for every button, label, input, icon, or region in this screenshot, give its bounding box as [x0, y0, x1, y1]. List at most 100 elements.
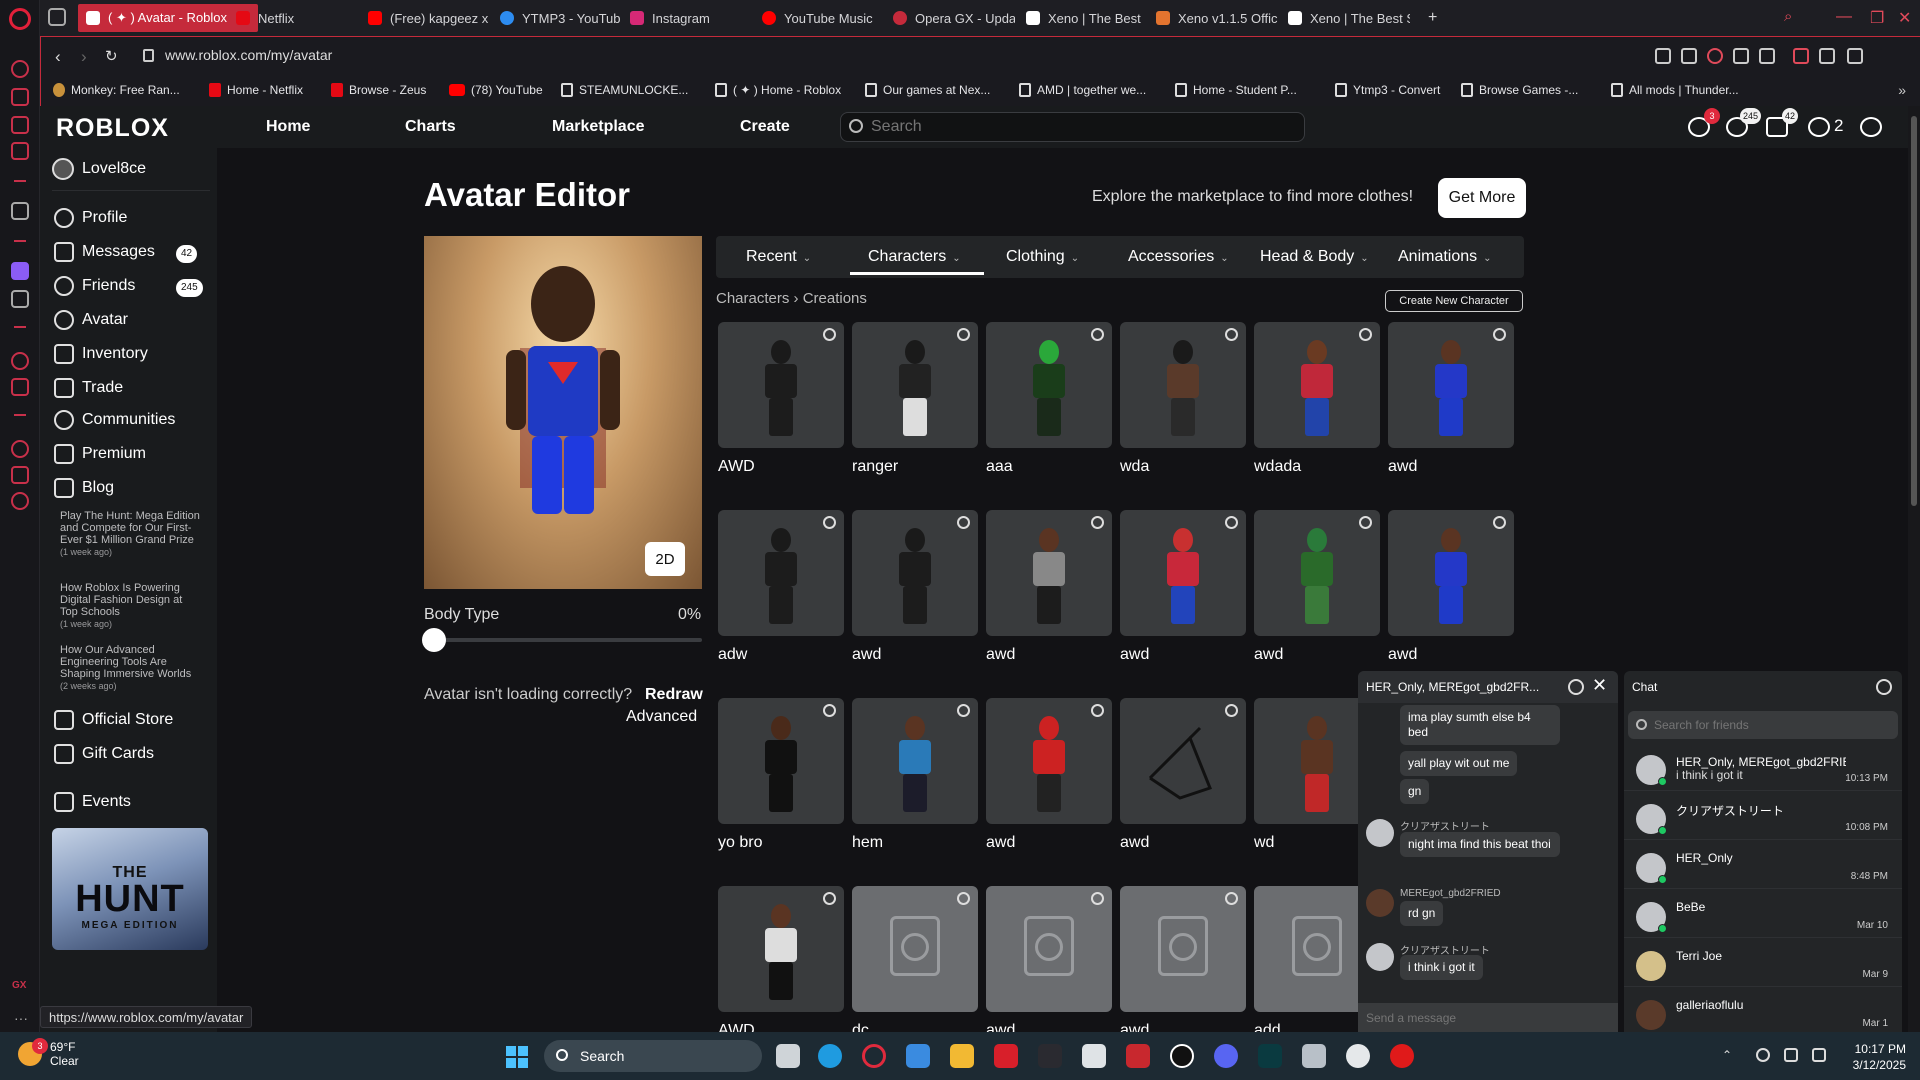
bookmark-student-portal[interactable]: Home - Student P... [1175, 83, 1297, 97]
character-card[interactable] [718, 510, 844, 636]
gear-icon[interactable] [1493, 516, 1506, 529]
tab-head-body[interactable]: Head & Body ⌄ [1260, 248, 1369, 266]
download-icon[interactable] [1819, 48, 1835, 64]
tab-instagram[interactable]: Instagram [622, 4, 752, 32]
character-name[interactable]: wda [1120, 458, 1149, 476]
bookmark-steamunlocked[interactable]: STEAMUNLOCKE... [561, 83, 688, 97]
bookmark-browse-games[interactable]: Browse Games -... [1461, 83, 1578, 97]
g-hub-icon[interactable] [1170, 1044, 1194, 1068]
nav-marketplace[interactable]: Marketplace [552, 118, 645, 136]
character-name[interactable]: hem [852, 834, 883, 852]
camera-icon[interactable] [1681, 48, 1697, 64]
character-name[interactable]: awd [986, 834, 1015, 852]
store-icon[interactable] [906, 1044, 930, 1068]
character-card[interactable] [1120, 698, 1246, 824]
url-field[interactable]: www.roblox.com/my/avatar [165, 47, 332, 63]
sidebar-item-communities[interactable]: Communities [54, 410, 175, 430]
character-name[interactable]: ranger [852, 458, 898, 476]
scrollbar-thumb[interactable] [1911, 116, 1917, 506]
roblox-logo[interactable]: ROBLOX [56, 114, 169, 143]
twitch-icon[interactable] [11, 262, 29, 280]
character-card[interactable] [986, 886, 1112, 1012]
settings-gear-icon[interactable] [1860, 117, 1882, 137]
player-icon[interactable] [11, 352, 29, 370]
system-clock[interactable]: 10:17 PM 3/12/2025 [1848, 1041, 1906, 1073]
character-card[interactable] [1120, 886, 1246, 1012]
character-name[interactable]: awd [852, 646, 881, 664]
sidebar-item-friends[interactable]: Friends [54, 276, 135, 296]
settings-icon[interactable] [11, 492, 29, 510]
tab-netflix[interactable]: Netflix [228, 4, 358, 32]
character-card[interactable] [986, 698, 1112, 824]
tab-xeno-1[interactable]: Xeno | The Best Scri [1018, 4, 1144, 32]
nav-charts[interactable]: Charts [405, 118, 456, 136]
character-card[interactable] [1254, 510, 1380, 636]
task-view-icon[interactable] [776, 1044, 800, 1068]
game-app-icon[interactable] [994, 1044, 1018, 1068]
redraw-link[interactable]: Redraw [645, 686, 703, 704]
tab-recent[interactable]: Recent ⌄ [746, 248, 811, 266]
gear-icon[interactable] [957, 704, 970, 717]
toggle-2d-button[interactable]: 2D [645, 542, 685, 576]
microphone-icon[interactable] [1756, 1048, 1770, 1062]
close-icon[interactable]: ✕ [1592, 675, 1607, 696]
gear-icon[interactable] [957, 328, 970, 341]
audio-app-icon[interactable] [1258, 1044, 1282, 1068]
character-name[interactable]: awd [1388, 646, 1417, 664]
new-group-icon[interactable] [1876, 679, 1892, 695]
sidebar-item-avatar[interactable]: Avatar [54, 310, 128, 330]
tab-youtube-kapgeez[interactable]: (Free) kapgeez x lil [360, 4, 490, 32]
search-friends-input[interactable] [1654, 717, 1884, 733]
gear-icon[interactable] [1225, 892, 1238, 905]
gear-icon[interactable] [957, 892, 970, 905]
heart-icon[interactable] [1759, 48, 1775, 64]
app-icon[interactable] [1302, 1044, 1326, 1068]
sidebar-item-premium[interactable]: Premium [54, 444, 146, 464]
page-scrollbar[interactable] [1908, 106, 1920, 1032]
bookmark-thunderstore[interactable]: All mods | Thunder... [1611, 83, 1739, 97]
character-card[interactable] [852, 698, 978, 824]
blog-post-link[interactable]: How Our Advanced Engineering Tools Are S… [60, 644, 200, 692]
character-card[interactable] [1254, 322, 1380, 448]
gear-icon[interactable] [1225, 516, 1238, 529]
gear-icon[interactable] [1359, 328, 1372, 341]
conversation-item[interactable]: クリアザストリート 10:08 PM [1624, 796, 1902, 840]
character-card[interactable] [1120, 510, 1246, 636]
refresh-icon[interactable] [11, 60, 29, 78]
more-dots-icon[interactable]: ··· [14, 1010, 28, 1026]
character-name[interactable]: awd [1388, 458, 1417, 476]
conversation-item[interactable]: BeBe Mar 10 [1624, 894, 1902, 938]
bag-icon[interactable] [11, 88, 29, 106]
sidebar-item-gift-cards[interactable]: Gift Cards [54, 744, 154, 764]
conversation-item[interactable]: galleriaoflulu Mar 1 [1624, 992, 1902, 1032]
chat-title[interactable]: HER_Only, MEREgot_gbd2FR... [1366, 680, 1566, 694]
nav-create[interactable]: Create [740, 118, 790, 136]
sidebar-item-inventory[interactable]: Inventory [54, 344, 148, 364]
robux-count[interactable]: 2 [1834, 116, 1843, 136]
chat-message-input[interactable] [1358, 1003, 1618, 1032]
character-card[interactable] [1388, 322, 1514, 448]
character-name[interactable]: awd [986, 646, 1015, 664]
bookmark-youtube[interactable]: (78) YouTube [449, 83, 543, 97]
gear-icon[interactable] [823, 328, 836, 341]
character-name[interactable]: wdada [1254, 458, 1301, 476]
gear-icon[interactable] [823, 704, 836, 717]
character-name[interactable]: AWD [718, 458, 755, 476]
steelseries-icon[interactable] [1082, 1044, 1106, 1068]
app-icon[interactable] [1038, 1044, 1062, 1068]
weather-widget[interactable]: 69°F Clear [18, 1040, 79, 1068]
opera-gx-icon[interactable] [862, 1044, 886, 1068]
character-name[interactable]: awd [1254, 646, 1283, 664]
gear-icon[interactable] [823, 892, 836, 905]
reload-icon[interactable]: ↻ [105, 47, 118, 65]
advanced-link[interactable]: Advanced [626, 708, 697, 726]
taskbar-search[interactable]: Search [544, 1040, 762, 1072]
character-card[interactable] [718, 886, 844, 1012]
character-card[interactable] [852, 510, 978, 636]
character-name[interactable]: awd [1120, 646, 1149, 664]
youtube-music-icon[interactable] [1390, 1044, 1414, 1068]
user-profile-link[interactable]: Lovel8ce [52, 158, 146, 180]
conversation-item[interactable]: HER_Only, MEREgot_gbd2FRIED, ク...i think… [1624, 747, 1902, 791]
nav-home[interactable]: Home [266, 118, 310, 136]
tab-manager-icon[interactable] [48, 8, 66, 26]
